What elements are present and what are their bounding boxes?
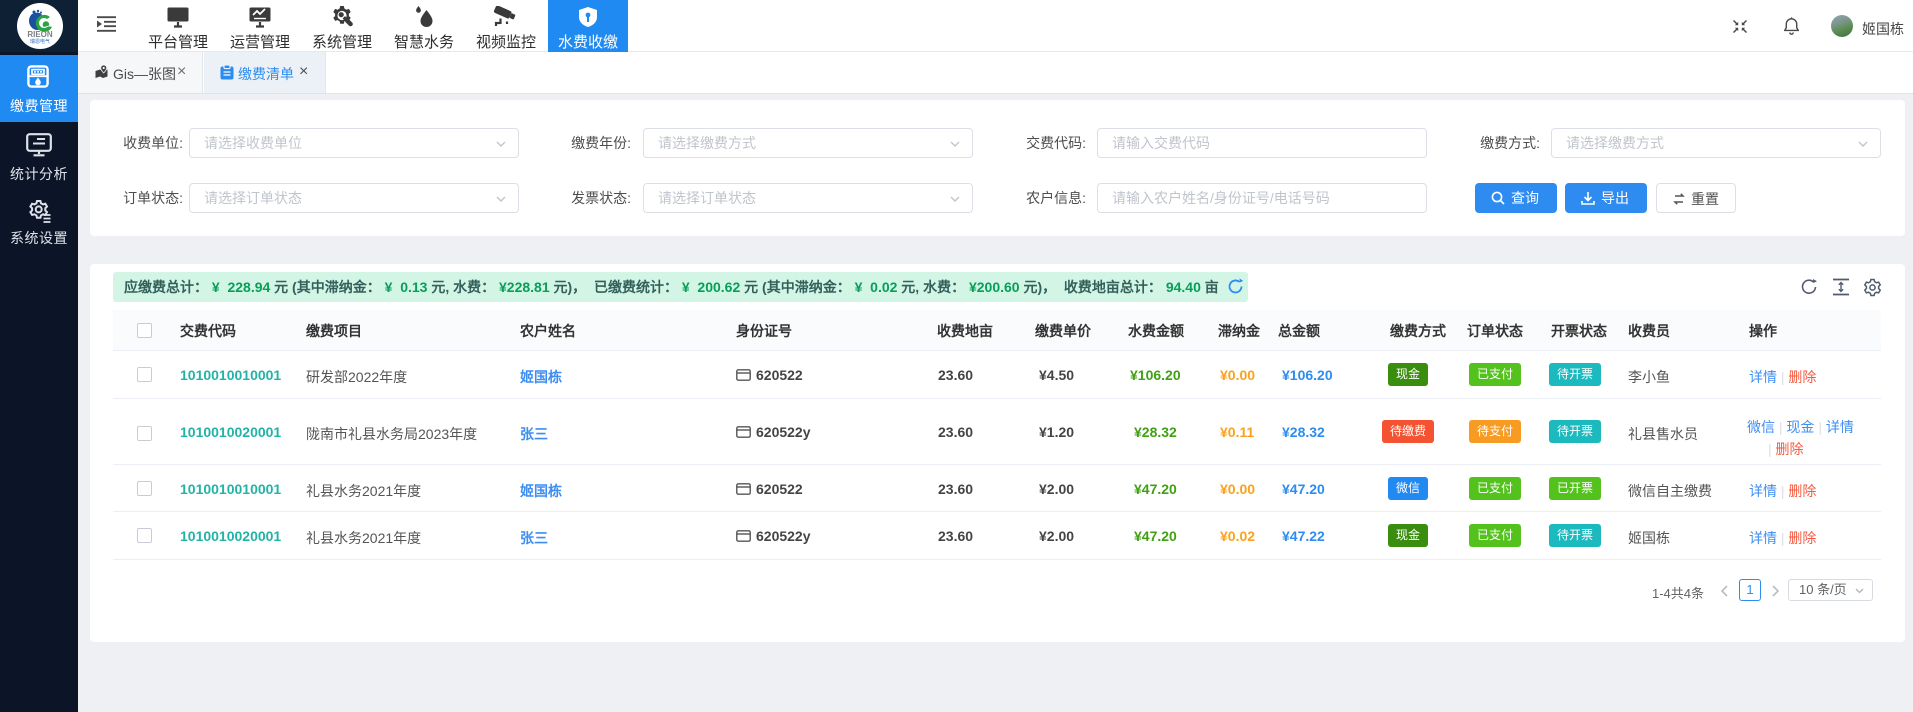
svg-text:瑞恩电气: 瑞恩电气 <box>30 38 50 45</box>
svg-text:RIEON: RIEON <box>27 30 53 39</box>
